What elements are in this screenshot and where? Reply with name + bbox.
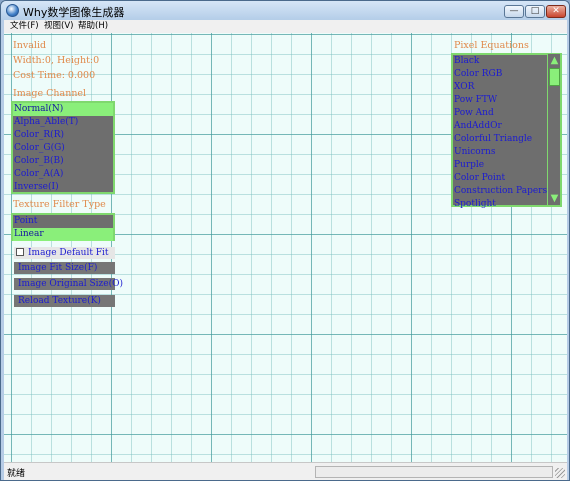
scroll-up-arrow-icon[interactable]: ▲ — [549, 55, 560, 66]
status-text: 就绪 — [7, 469, 26, 479]
equation-item-color-point[interactable]: Color Point — [453, 172, 560, 185]
resize-grip-icon[interactable] — [555, 468, 565, 478]
app-globe-icon — [6, 4, 19, 17]
channel-item-normal[interactable]: Normal(N) — [13, 103, 113, 116]
image-default-fit-checkbox[interactable]: Image Default Fit — [14, 247, 115, 259]
reload-texture-button[interactable]: Reload Texture(K) — [14, 295, 115, 307]
scroll-down-arrow-icon[interactable]: ▼ — [549, 193, 560, 204]
channel-item-red[interactable]: Color_R(R) — [13, 129, 113, 142]
equation-item-pow-and[interactable]: Pow And — [453, 107, 560, 120]
equation-item-black[interactable]: Black — [453, 55, 560, 68]
maximize-button[interactable]: □ — [525, 5, 545, 18]
image-original-size-button[interactable]: Image Original Size(O) — [14, 278, 123, 290]
image-channel-title: Image Channel — [13, 88, 87, 99]
channel-item-green[interactable]: Color_G(G) — [13, 142, 113, 155]
scroll-thumb[interactable] — [549, 68, 560, 86]
menu-bar: 文件(F) 视图(V) 帮助(H) — [4, 20, 567, 33]
equation-item-pow-ftw[interactable]: Pow FTW — [453, 94, 560, 107]
equations-scrollbar[interactable]: ▲ ▼ — [547, 54, 560, 205]
texture-filter-list[interactable]: Point Linear — [11, 213, 115, 241]
equation-item-spotlight[interactable]: Spotlight — [453, 198, 560, 211]
checkbox-label: Image Default Fit — [28, 248, 109, 258]
status-label: Invalid — [13, 40, 47, 51]
menu-view[interactable]: 视图(V) — [44, 20, 73, 33]
size-label: Width:0, Height:0 — [13, 55, 100, 66]
image-fit-size-button[interactable]: Image Fit Size(F) — [14, 262, 115, 274]
minimize-button[interactable]: — — [504, 5, 524, 18]
filter-item-linear[interactable]: Linear — [13, 228, 113, 241]
equation-item-color-rgb[interactable]: Color RGB — [453, 68, 560, 81]
pixel-equations-list[interactable]: Black Color RGB XOR Pow FTW Pow And AndA… — [451, 53, 562, 209]
image-canvas[interactable]: Invalid Width:0, Height:0 Cost Time: 0.0… — [4, 33, 567, 462]
channel-item-inverse[interactable]: Inverse(I) — [13, 181, 113, 194]
equation-item-colorful-triangle[interactable]: Colorful Triangle — [453, 133, 560, 146]
cost-time-label: Cost Time: 0.000 — [13, 70, 96, 81]
pixel-equations-title: Pixel Equations — [454, 40, 529, 51]
equation-item-andaddor[interactable]: AndAddOr — [453, 120, 560, 133]
equation-item-xor[interactable]: XOR — [453, 81, 560, 94]
channel-item-alpha-channel[interactable]: Color_A(A) — [13, 168, 113, 181]
status-panel — [315, 466, 553, 478]
window-title: Why数学图像生成器 — [23, 6, 125, 19]
menu-help[interactable]: 帮助(H) — [78, 20, 108, 33]
texture-filter-title: Texture Filter Type — [13, 199, 106, 210]
channel-item-blue[interactable]: Color_B(B) — [13, 155, 113, 168]
filter-item-point[interactable]: Point — [13, 215, 113, 228]
channel-item-alpha[interactable]: Alpha_Able(T) — [13, 116, 113, 129]
menu-file[interactable]: 文件(F) — [10, 20, 39, 33]
close-button[interactable]: ✕ — [546, 5, 566, 18]
status-bar: 就绪 — [4, 462, 567, 480]
image-channel-list[interactable]: Normal(N) Alpha_Able(T) Color_R(R) Color… — [11, 101, 115, 194]
checkbox-box[interactable] — [16, 248, 24, 256]
app-window: Why数学图像生成器 — □ ✕ 文件(F) 视图(V) 帮助(H) Inval… — [0, 0, 570, 481]
equation-item-unicorns[interactable]: Unicorns — [453, 146, 560, 159]
title-bar[interactable]: Why数学图像生成器 — □ ✕ — [1, 1, 569, 20]
equation-item-purple[interactable]: Purple — [453, 159, 560, 172]
equation-item-construction-papers[interactable]: Construction Papers — [453, 185, 560, 198]
